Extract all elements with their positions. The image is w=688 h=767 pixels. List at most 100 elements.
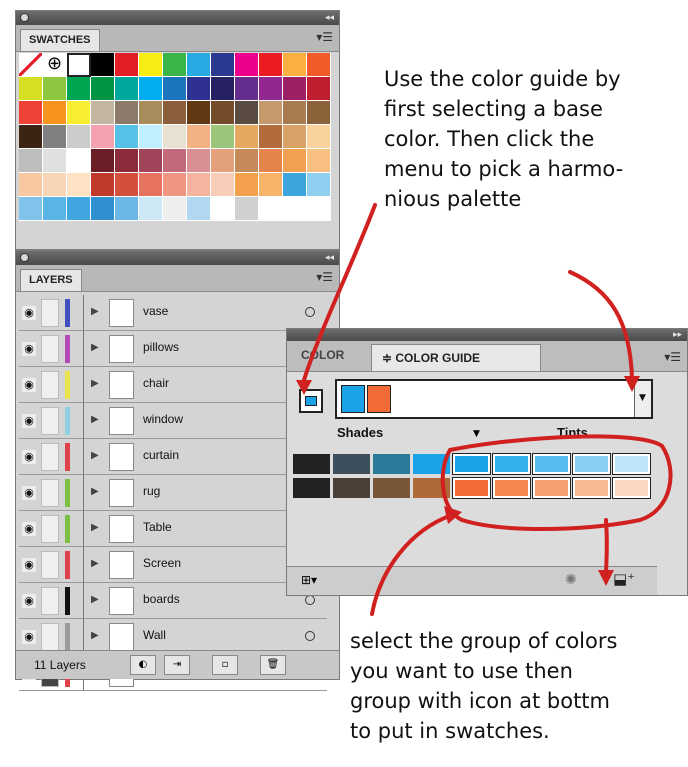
color-variation-cell[interactable]	[413, 454, 450, 474]
layer-row[interactable]: ◉ ▶ Table	[19, 511, 327, 547]
swatch[interactable]	[211, 125, 235, 149]
swatch[interactable]	[235, 101, 259, 125]
swatch[interactable]	[235, 149, 259, 173]
swatch[interactable]	[139, 197, 163, 221]
swatch[interactable]	[283, 101, 307, 125]
swatch[interactable]	[163, 101, 187, 125]
expand-triangle-icon[interactable]: ▶	[91, 450, 99, 461]
swatch[interactable]	[139, 101, 163, 125]
color-guide-titlebar[interactable]: ▸▸	[287, 329, 687, 341]
visibility-eye-icon[interactable]: ◉	[22, 306, 36, 320]
visibility-eye-icon[interactable]: ◉	[22, 594, 36, 608]
swatch[interactable]	[187, 101, 211, 125]
swatch[interactable]	[19, 173, 43, 197]
swatch[interactable]	[259, 53, 283, 77]
color-variation-cell[interactable]	[333, 454, 370, 474]
swatch[interactable]	[115, 149, 139, 173]
swatch[interactable]	[163, 125, 187, 149]
swatch[interactable]	[139, 125, 163, 149]
swatch[interactable]	[187, 197, 211, 221]
swatch[interactable]	[211, 101, 235, 125]
layer-name[interactable]: pillows	[143, 340, 179, 354]
color-variation-cell[interactable]	[333, 478, 370, 498]
swatch[interactable]	[307, 53, 331, 77]
swatch[interactable]	[67, 101, 91, 125]
visibility-eye-icon[interactable]: ◉	[22, 450, 36, 464]
make-clipping-mask-icon[interactable]: ⇥	[164, 655, 190, 675]
swatch[interactable]	[211, 53, 235, 77]
swatch[interactable]	[67, 149, 91, 173]
lock-toggle[interactable]	[41, 335, 59, 363]
swatch[interactable]	[43, 125, 67, 149]
lock-toggle[interactable]	[41, 443, 59, 471]
swatch[interactable]	[259, 149, 283, 173]
visibility-eye-icon[interactable]: ◉	[22, 558, 36, 572]
layer-row[interactable]: ◉ ▶ pillows	[19, 331, 327, 367]
swatch[interactable]	[163, 197, 187, 221]
color-variation-cell[interactable]	[572, 453, 611, 475]
color-variation-cell[interactable]	[373, 478, 410, 498]
base-color-swatch[interactable]	[299, 389, 323, 413]
layer-name[interactable]: curtain	[143, 448, 179, 462]
swatch[interactable]	[307, 101, 331, 125]
trash-icon[interactable]: 🗑	[260, 655, 286, 675]
swatch[interactable]	[211, 197, 235, 221]
dropdown-arrow[interactable]: ▼	[634, 381, 651, 417]
tab-layers[interactable]: LAYERS	[20, 269, 82, 291]
layer-row[interactable]: ◉ ▶ vase	[19, 295, 327, 331]
new-sublayer-icon[interactable]: ▫	[212, 655, 238, 675]
panel-menu-icon[interactable]: ▾☰	[316, 271, 333, 283]
layer-row[interactable]: ◉ ▶ curtain	[19, 439, 327, 475]
swatch[interactable]	[67, 173, 91, 197]
expand-icon[interactable]: ▸▸	[673, 329, 682, 341]
swatch[interactable]	[307, 77, 331, 101]
swatches-titlebar[interactable]: ◂◂	[16, 11, 339, 25]
locate-object-icon[interactable]: ◐	[130, 655, 156, 675]
close-dot-icon[interactable]	[20, 253, 29, 262]
limits-color-group-icon[interactable]: ⊞▾	[301, 573, 317, 587]
visibility-eye-icon[interactable]: ◉	[22, 342, 36, 356]
expand-triangle-icon[interactable]: ▶	[91, 486, 99, 497]
tab-color-guide[interactable]: ≑ COLOR GUIDE	[371, 344, 541, 371]
swatch[interactable]	[283, 77, 307, 101]
swatch[interactable]	[115, 173, 139, 197]
swatch[interactable]	[19, 125, 43, 149]
target-circle-icon[interactable]	[305, 631, 315, 641]
swatch[interactable]	[163, 149, 187, 173]
swatch[interactable]	[115, 53, 139, 77]
color-variation-cell[interactable]	[532, 477, 571, 499]
visibility-eye-icon[interactable]: ◉	[22, 486, 36, 500]
visibility-eye-icon[interactable]: ◉	[22, 414, 36, 428]
swatch[interactable]	[283, 197, 307, 221]
swatch[interactable]	[139, 173, 163, 197]
layer-name[interactable]: window	[143, 412, 183, 426]
lock-toggle[interactable]	[41, 623, 59, 651]
swatch[interactable]	[115, 197, 139, 221]
layer-row[interactable]: ◉ ▶ window	[19, 403, 327, 439]
save-color-group-icon[interactable]: ⬓⁺	[613, 570, 635, 588]
swatch[interactable]	[67, 125, 91, 149]
layer-name[interactable]: Screen	[143, 556, 181, 570]
layer-name[interactable]: rug	[143, 484, 160, 498]
swatch[interactable]	[43, 101, 67, 125]
swatch[interactable]	[307, 149, 331, 173]
collapse-icon[interactable]: ◂◂	[325, 11, 334, 25]
color-variation-cell[interactable]	[612, 453, 651, 475]
layer-name[interactable]: boards	[143, 592, 180, 606]
swatch[interactable]	[115, 77, 139, 101]
swatch[interactable]	[91, 149, 115, 173]
panel-menu-icon[interactable]: ▾☰	[316, 31, 333, 43]
swatch[interactable]	[163, 77, 187, 101]
swatch[interactable]	[259, 197, 283, 221]
layer-row[interactable]: ◉ ▶ chair	[19, 367, 327, 403]
swatch[interactable]	[91, 173, 115, 197]
swatch[interactable]	[139, 53, 163, 77]
expand-triangle-icon[interactable]: ▶	[91, 522, 99, 533]
swatch[interactable]	[91, 53, 115, 77]
expand-triangle-icon[interactable]: ▶	[91, 630, 99, 641]
swatch[interactable]	[115, 125, 139, 149]
lock-toggle[interactable]	[41, 551, 59, 579]
lock-toggle[interactable]	[41, 299, 59, 327]
collapse-icon[interactable]: ◂◂	[325, 251, 334, 265]
swatch[interactable]	[211, 149, 235, 173]
